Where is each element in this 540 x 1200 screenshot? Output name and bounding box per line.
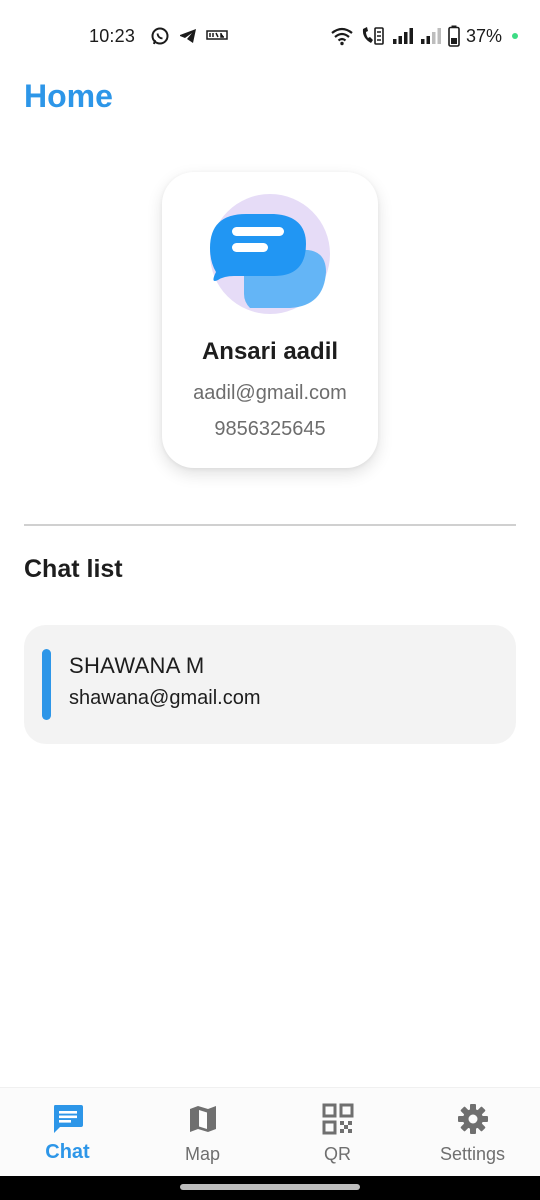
wifi-calling-icon <box>362 27 384 45</box>
signal-weak-icon <box>420 28 441 44</box>
chat-icon <box>53 1105 83 1133</box>
gesture-navigation-area <box>0 1176 540 1200</box>
status-system-icons: 37% <box>330 25 518 47</box>
battery-icon <box>448 25 460 47</box>
bottom-navigation: Chat Map QR Settings <box>0 1087 540 1176</box>
qr-code-icon <box>322 1103 353 1135</box>
nav-label-qr: QR <box>324 1144 351 1164</box>
telegram-icon <box>180 29 196 43</box>
nav-item-settings[interactable]: Settings <box>405 1088 540 1177</box>
nav-label-map: Map <box>184 1144 220 1164</box>
nav-label-chat: Chat <box>45 1141 90 1163</box>
nav-label-settings: Settings <box>439 1144 506 1164</box>
profile-phone: 9856325645 <box>214 418 326 440</box>
status-app-icons <box>150 26 228 46</box>
profile-name: Ansari aadil <box>201 338 339 365</box>
status-time: 10:23 <box>89 26 136 46</box>
chat-list-item[interactable]: SHAWANA M shawana@gmail.com <box>24 625 516 744</box>
whatsapp-icon <box>151 27 169 45</box>
chat-item-name: SHAWANA M <box>69 653 205 678</box>
nav-item-chat[interactable]: Chat <box>0 1088 135 1177</box>
profile-card: Ansari aadil aadil@gmail.com 9856325645 <box>162 172 378 468</box>
wifi-icon <box>331 27 353 46</box>
section-divider <box>24 524 516 526</box>
map-icon <box>189 1106 216 1132</box>
chat-list-title: Chat list <box>24 555 123 583</box>
chat-item-email: shawana@gmail.com <box>69 687 261 709</box>
nav-item-qr[interactable]: QR <box>270 1088 405 1177</box>
gesture-handle[interactable] <box>180 1184 360 1190</box>
app-icon <box>206 30 228 40</box>
nav-item-map[interactable]: Map <box>135 1088 270 1177</box>
page-title: Home <box>24 78 113 114</box>
chat-item-accent-bar <box>42 649 51 720</box>
privacy-indicator-dot <box>512 33 518 39</box>
signal-icon <box>392 28 413 44</box>
profile-email: aadil@gmail.com <box>193 382 347 404</box>
battery-percentage: 37% <box>465 25 502 46</box>
chat-bubbles-avatar-icon <box>210 194 330 314</box>
status-bar: 10:23 37% <box>0 0 540 72</box>
settings-gear-icon <box>457 1104 488 1134</box>
